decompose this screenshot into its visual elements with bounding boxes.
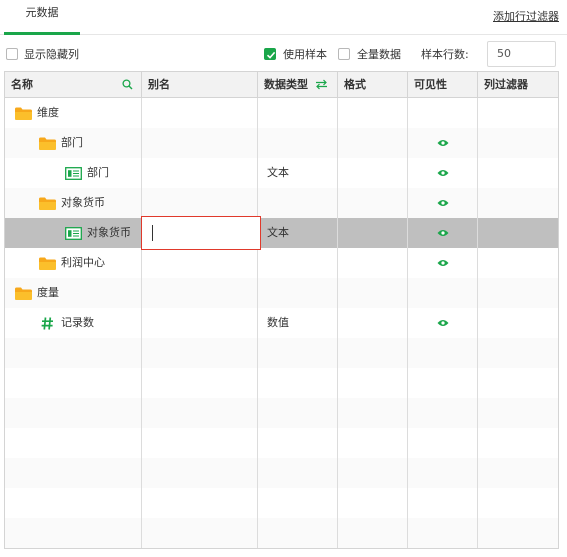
- field-icon: [65, 218, 82, 248]
- eye-icon[interactable]: [437, 248, 449, 278]
- active-tab-indicator: [4, 32, 80, 35]
- table-row[interactable]: 利润中心: [5, 248, 558, 278]
- show-hidden-checkbox[interactable]: [6, 48, 18, 60]
- empty-row: [5, 428, 558, 458]
- tab-metadata-label: 元数据: [25, 6, 59, 19]
- text-caret: [152, 225, 153, 241]
- field-icon: [65, 158, 82, 188]
- use-sample-checkbox[interactable]: [264, 48, 276, 60]
- row-data-type[interactable]: 文本: [267, 218, 289, 248]
- eye-icon[interactable]: [437, 308, 449, 338]
- eye-icon[interactable]: [437, 218, 449, 248]
- sample-rows-input[interactable]: 50: [487, 41, 556, 67]
- tab-bar: 元数据 添加行过滤器: [0, 0, 567, 35]
- eye-icon[interactable]: [437, 188, 449, 218]
- row-name: 度量: [37, 286, 59, 299]
- row-name: 利润中心: [61, 256, 105, 269]
- table-row-selected[interactable]: 对象货币 文本: [5, 218, 558, 248]
- add-row-filter-link[interactable]: 添加行过滤器: [493, 8, 559, 24]
- column-header-format[interactable]: 格式: [338, 72, 408, 97]
- empty-row: [5, 368, 558, 398]
- column-header-data-type[interactable]: 数据类型: [258, 72, 338, 97]
- empty-row: [5, 458, 558, 488]
- column-header-column-filter[interactable]: 列过滤器: [478, 72, 558, 97]
- column-divider: [141, 98, 142, 548]
- row-name: 维度: [37, 106, 59, 119]
- row-name: 记录数: [61, 316, 94, 329]
- table-row[interactable]: 部门: [5, 128, 558, 158]
- swap-icon[interactable]: [315, 79, 328, 90]
- table-row[interactable]: 维度: [5, 98, 558, 128]
- column-divider: [407, 98, 408, 548]
- full-data-checkbox[interactable]: [338, 48, 350, 60]
- table-row[interactable]: 部门 文本: [5, 158, 558, 188]
- row-name: 对象货币: [87, 226, 131, 239]
- column-divider: [477, 98, 478, 548]
- folder-icon: [39, 188, 56, 218]
- folder-icon: [15, 278, 32, 308]
- row-name: 部门: [61, 136, 83, 149]
- empty-row: [5, 338, 558, 368]
- tab-metadata[interactable]: 元数据: [4, 0, 80, 35]
- toolbar: 显示隐藏列 使用样本 全量数据 样本行数: 50: [0, 40, 567, 68]
- folder-icon: [15, 98, 32, 128]
- use-sample-label: 使用样本: [283, 48, 327, 61]
- alias-input[interactable]: [141, 216, 261, 250]
- table-header: 名称 别名 数据类型 格式 可见性 列过滤器: [5, 72, 558, 98]
- row-data-type[interactable]: 数值: [267, 308, 289, 338]
- column-divider: [257, 98, 258, 548]
- table-row[interactable]: 度量: [5, 278, 558, 308]
- folder-icon: [39, 248, 56, 278]
- table-row[interactable]: 记录数 数值: [5, 308, 558, 338]
- eye-icon[interactable]: [437, 128, 449, 158]
- column-divider: [337, 98, 338, 548]
- empty-row: [5, 518, 558, 548]
- table-row[interactable]: 对象货币: [5, 188, 558, 218]
- empty-row: [5, 488, 558, 518]
- row-data-type[interactable]: 文本: [267, 158, 289, 188]
- show-hidden-label: 显示隐藏列: [24, 48, 79, 61]
- column-header-alias[interactable]: 别名: [142, 72, 258, 97]
- empty-row: [5, 398, 558, 428]
- full-data-label: 全量数据: [357, 48, 401, 61]
- folder-icon: [39, 128, 56, 158]
- metadata-table: 名称 别名 数据类型 格式 可见性 列过滤器 维度 部门 部门 文本 对象货币 …: [4, 71, 559, 549]
- hash-icon: [41, 308, 54, 338]
- eye-icon[interactable]: [437, 158, 449, 188]
- check-icon: [266, 51, 276, 59]
- column-header-visibility[interactable]: 可见性: [408, 72, 478, 97]
- row-name: 对象货币: [61, 196, 105, 209]
- column-header-name[interactable]: 名称: [5, 72, 142, 97]
- search-icon[interactable]: [122, 79, 133, 90]
- row-name: 部门: [87, 166, 109, 179]
- sample-rows-label: 样本行数:: [421, 48, 469, 61]
